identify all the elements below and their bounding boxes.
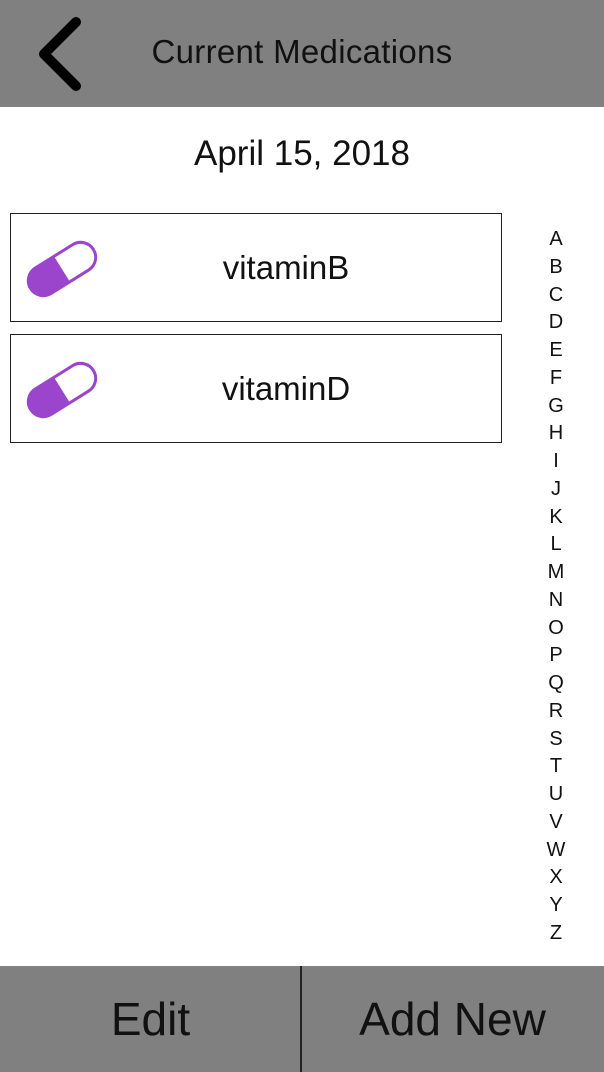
index-letter-m[interactable]: M — [538, 559, 574, 587]
index-letter-d[interactable]: D — [538, 309, 574, 337]
date-label: April 15, 2018 — [194, 134, 410, 173]
medication-item-vitaminb[interactable]: vitaminB — [10, 213, 502, 322]
index-letter-h[interactable]: H — [538, 420, 574, 448]
index-letter-u[interactable]: U — [538, 781, 574, 809]
index-letter-s[interactable]: S — [538, 726, 574, 754]
index-letter-y[interactable]: Y — [538, 892, 574, 920]
medication-name: vitaminD — [221, 370, 351, 407]
index-letter-z[interactable]: Z — [538, 920, 574, 948]
header-bar: Current Medications — [0, 0, 604, 107]
index-letter-p[interactable]: P — [538, 642, 574, 670]
index-letter-a[interactable]: A — [538, 226, 574, 254]
index-letter-x[interactable]: X — [538, 864, 574, 892]
index-letter-c[interactable]: C — [538, 282, 574, 310]
index-letter-g[interactable]: G — [538, 393, 574, 421]
index-letter-n[interactable]: N — [538, 587, 574, 615]
footer-bar: Edit Add New — [0, 966, 604, 1072]
index-letter-b[interactable]: B — [538, 254, 574, 282]
index-letter-t[interactable]: T — [538, 753, 574, 781]
index-letter-v[interactable]: V — [538, 809, 574, 837]
edit-button[interactable]: Edit — [0, 966, 301, 1072]
alphabet-index: A B C D E F G H I J K L M N O P Q R S T … — [538, 226, 574, 948]
index-letter-k[interactable]: K — [538, 504, 574, 532]
medication-item-vitamind[interactable]: vitaminD — [10, 334, 502, 443]
index-letter-r[interactable]: R — [538, 698, 574, 726]
index-letter-e[interactable]: E — [538, 337, 574, 365]
index-letter-w[interactable]: W — [538, 837, 574, 865]
pill-capsule-icon — [22, 236, 102, 302]
index-letter-i[interactable]: I — [538, 448, 574, 476]
add-new-button[interactable]: Add New — [302, 966, 603, 1072]
medication-name: vitaminB — [222, 249, 350, 286]
index-letter-j[interactable]: J — [538, 476, 574, 504]
index-letter-o[interactable]: O — [538, 615, 574, 643]
index-letter-f[interactable]: F — [538, 365, 574, 393]
page-title: Current Medications — [151, 33, 453, 70]
pill-capsule-icon — [22, 357, 102, 423]
index-letter-l[interactable]: L — [538, 531, 574, 559]
index-letter-q[interactable]: Q — [538, 670, 574, 698]
